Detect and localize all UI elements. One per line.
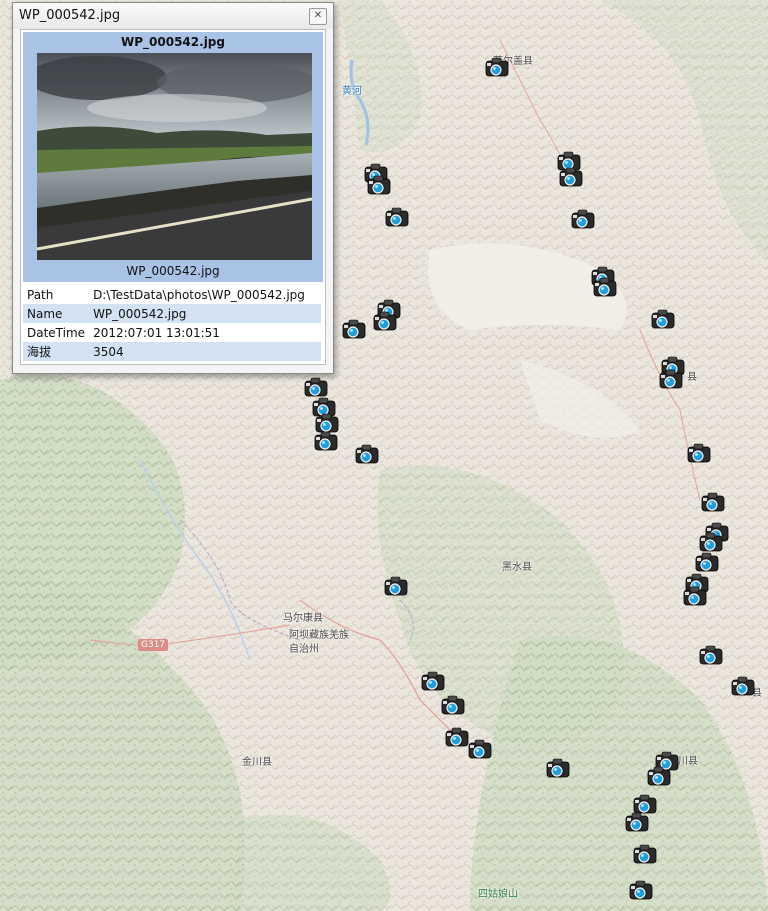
attr-value: 3504 (89, 342, 321, 361)
camera-icon[interactable] (632, 843, 658, 867)
attr-key: Path (27, 287, 54, 302)
camera-icon[interactable] (372, 310, 398, 334)
attr-value: D:\TestData\photos\WP_000542.jpg (93, 287, 305, 302)
camera-icon[interactable] (698, 644, 724, 668)
camera-icon[interactable] (682, 585, 708, 609)
photo-thumbnail[interactable] (37, 53, 312, 260)
camera-icon[interactable] (545, 757, 571, 781)
camera-icon[interactable] (650, 308, 676, 332)
camera-icon[interactable] (658, 368, 684, 392)
table-row: Name WP_000542.jpg (23, 304, 321, 323)
map-label-county: 马尔康县 (283, 613, 323, 624)
camera-icon[interactable] (646, 765, 672, 789)
camera-icon[interactable] (384, 206, 410, 230)
map-label-county: 金川县 (242, 757, 272, 768)
attr-value: WP_000542.jpg (89, 304, 321, 323)
popup-content: WP_000542.jpg WP_000542.jpg Path D:\Test… (20, 29, 326, 365)
map-label-county: 县 (687, 372, 697, 383)
camera-icon[interactable] (592, 276, 618, 300)
camera-icon[interactable] (383, 575, 409, 599)
popup-title: WP_000542.jpg (19, 8, 121, 23)
camera-icon[interactable] (484, 56, 510, 80)
photo-info-popup: WP_000542.jpg ✕ WP_000542.jpg WP_000542.… (12, 2, 334, 374)
camera-icon[interactable] (467, 738, 493, 762)
camera-icon[interactable] (686, 442, 712, 466)
camera-icon[interactable] (570, 208, 596, 232)
camera-icon[interactable] (624, 811, 650, 835)
road-badge: G317 (138, 639, 169, 651)
camera-icon[interactable] (354, 443, 380, 467)
popup-titlebar[interactable]: WP_000542.jpg ✕ (13, 3, 333, 29)
table-row: Path D:\TestData\photos\WP_000542.jpg (23, 285, 321, 304)
attribute-table: Path D:\TestData\photos\WP_000542.jpg Na… (23, 285, 321, 361)
camera-icon[interactable] (313, 430, 339, 454)
photo-title: WP_000542.jpg (121, 35, 225, 49)
table-row: DateTime 2012:07:01 13:01:51 (23, 323, 321, 342)
camera-icon[interactable] (366, 174, 392, 198)
map-label-river: 黄河 (342, 86, 362, 97)
camera-icon[interactable] (628, 879, 654, 903)
attr-key: Name (23, 304, 90, 323)
camera-icon[interactable] (558, 166, 584, 190)
close-icon[interactable]: ✕ (309, 8, 327, 25)
attr-value: 2012:07:01 13:01:51 (93, 325, 220, 340)
camera-icon[interactable] (420, 670, 446, 694)
photo-panel: WP_000542.jpg WP_000542.jpg (23, 32, 323, 282)
attr-key: 海拔 (23, 342, 90, 361)
map-label-county: 黑水县 (502, 562, 532, 573)
camera-icon[interactable] (700, 491, 726, 515)
photo-caption: WP_000542.jpg (126, 264, 220, 278)
camera-icon[interactable] (440, 694, 466, 718)
map-label-prefecture: 阿坝藏族羌族 (289, 630, 349, 641)
camera-icon[interactable] (730, 675, 756, 699)
map-label-prefecture: 自治州 (289, 644, 319, 655)
table-row: 海拔 3504 (23, 342, 321, 361)
camera-icon[interactable] (341, 318, 367, 342)
map-label-mountain: 四姑娘山 (478, 889, 518, 900)
attr-key: DateTime (27, 325, 86, 340)
